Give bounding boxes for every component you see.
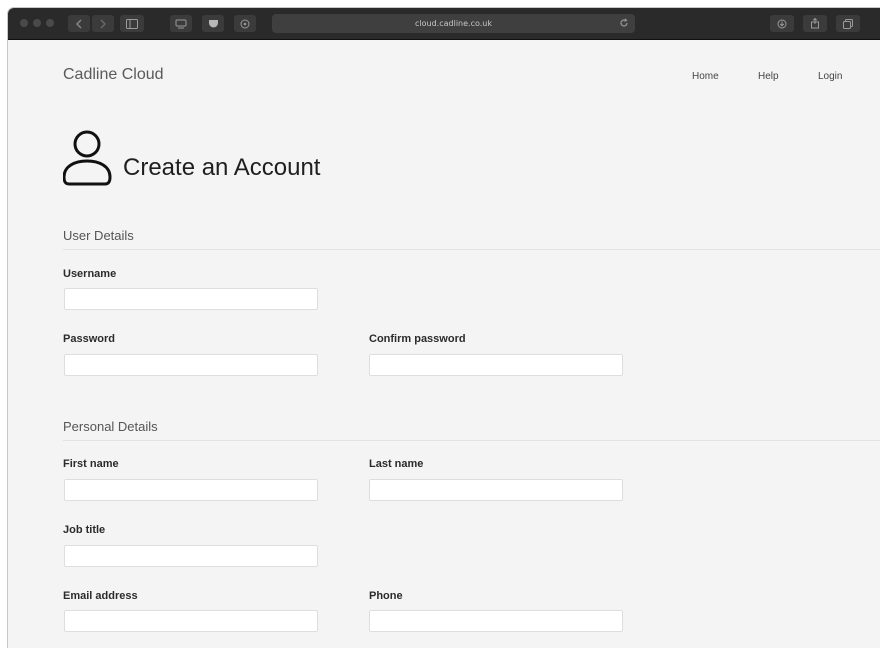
browser-window: cloud.cadline.co.uk Cadline Cloud Home H… xyxy=(8,8,880,648)
nav-help-link[interactable]: Help xyxy=(758,71,779,82)
confirm-password-input[interactable] xyxy=(369,354,623,376)
share-icon xyxy=(811,18,819,29)
new-tab-button[interactable] xyxy=(836,15,860,32)
brand-logo[interactable]: Cadline Cloud xyxy=(63,66,164,84)
new-tab-icon xyxy=(843,18,853,29)
share-button[interactable] xyxy=(803,15,827,32)
nav-login-link[interactable]: Login xyxy=(818,71,842,82)
page: Cadline Cloud Home Help Login Create an … xyxy=(8,40,880,648)
sidebar-icon xyxy=(126,18,138,29)
back-button[interactable] xyxy=(68,15,90,32)
sidebar-button[interactable] xyxy=(120,15,144,32)
job-title-label: Job title xyxy=(63,524,106,536)
tabs-overview-icon xyxy=(175,19,187,28)
last-name-input[interactable] xyxy=(369,479,623,501)
address-bar[interactable]: cloud.cadline.co.uk xyxy=(272,14,635,33)
pocket-button[interactable] xyxy=(202,15,224,32)
email-address-input[interactable] xyxy=(64,610,318,632)
section-heading-personal-details: Personal Details xyxy=(63,419,158,434)
reload-icon[interactable] xyxy=(619,18,629,28)
user-icon xyxy=(63,130,112,186)
privacy-shield-icon xyxy=(240,19,250,28)
nav-home-link[interactable]: Home xyxy=(692,71,719,82)
first-name-input[interactable] xyxy=(64,479,318,501)
first-name-label: First name xyxy=(63,458,119,470)
email-address-label: Email address xyxy=(63,590,138,602)
page-title: Create an Account xyxy=(123,154,321,181)
phone-input[interactable] xyxy=(369,610,623,632)
password-input[interactable] xyxy=(64,354,318,376)
back-icon xyxy=(76,19,82,28)
last-name-label: Last name xyxy=(369,458,424,470)
confirm-password-label: Confirm password xyxy=(369,333,466,345)
job-title-input[interactable] xyxy=(64,545,318,567)
section-heading-user-details: User Details xyxy=(63,228,134,243)
tabs-overview-button[interactable] xyxy=(170,15,192,32)
close-window-dot[interactable] xyxy=(20,19,28,27)
minimize-window-dot[interactable] xyxy=(33,19,41,27)
forward-button[interactable] xyxy=(92,15,114,32)
password-label: Password xyxy=(63,333,115,345)
download-button[interactable] xyxy=(770,15,794,32)
pocket-icon xyxy=(208,19,218,27)
username-input[interactable] xyxy=(64,288,318,310)
section-divider xyxy=(63,249,880,250)
browser-toolbar: cloud.cadline.co.uk xyxy=(8,8,880,40)
download-icon xyxy=(777,19,787,28)
section-divider xyxy=(63,440,880,441)
zoom-window-dot[interactable] xyxy=(46,19,54,27)
username-label: Username xyxy=(63,268,117,280)
privacy-shield-button[interactable] xyxy=(234,15,256,32)
phone-label: Phone xyxy=(369,590,403,602)
address-text: cloud.cadline.co.uk xyxy=(415,19,492,28)
forward-icon xyxy=(100,19,106,28)
